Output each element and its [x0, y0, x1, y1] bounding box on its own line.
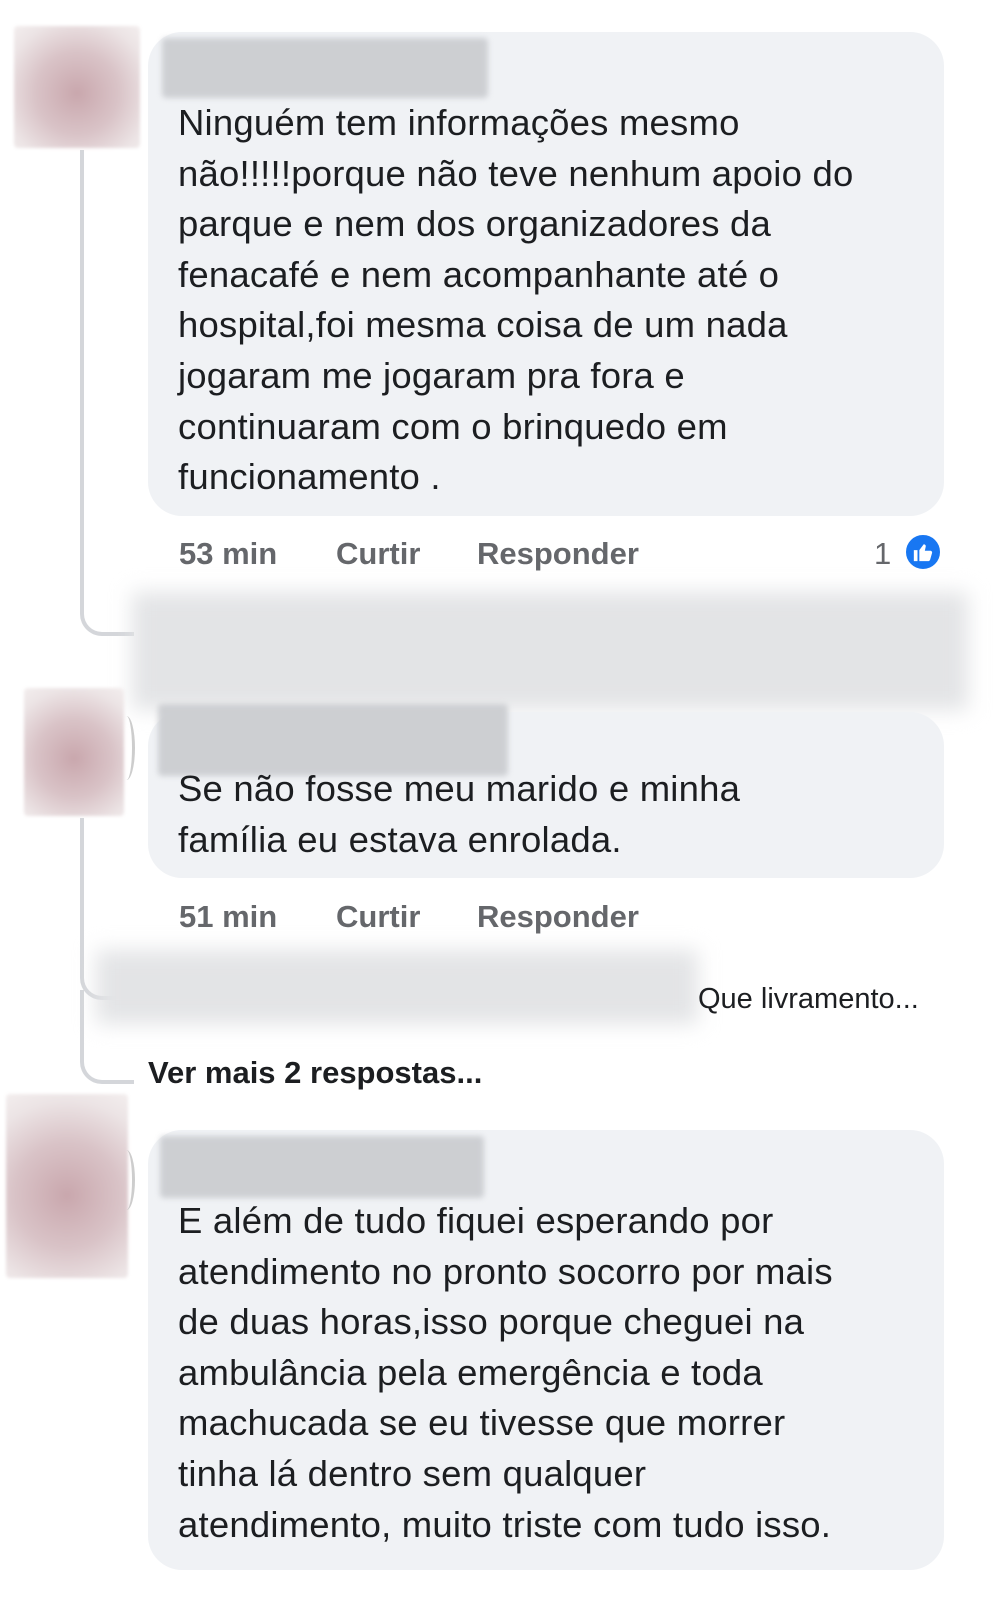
- redacted-reply: [132, 592, 968, 710]
- reply-preview-text[interactable]: Que livramento...: [698, 983, 919, 1016]
- thread-connector: [80, 150, 134, 636]
- author-name-redacted[interactable]: [162, 38, 488, 98]
- comment-time[interactable]: 51 min: [179, 899, 277, 935]
- redacted-reply-author: [96, 950, 698, 1024]
- comment-time[interactable]: 53 min: [179, 536, 277, 572]
- like-button[interactable]: Curtir: [336, 899, 420, 935]
- author-name-redacted[interactable]: [160, 1136, 484, 1198]
- avatar-outline: [118, 1150, 135, 1210]
- avatar[interactable]: [14, 26, 140, 148]
- reaction-count[interactable]: 1: [874, 536, 891, 572]
- comment-text: E além de tudo fiquei esperando por aten…: [178, 1200, 833, 1545]
- reply-button[interactable]: Responder: [477, 899, 639, 935]
- view-more-replies-button[interactable]: Ver mais 2 respostas...: [148, 1055, 482, 1091]
- comment-text: Ninguém tem informações mesmo não!!!!!po…: [178, 102, 854, 498]
- reply-button[interactable]: Responder: [477, 536, 639, 572]
- avatar[interactable]: [6, 1094, 128, 1278]
- avatar-outline: [118, 716, 135, 780]
- avatar[interactable]: [24, 688, 124, 816]
- comment-text: Se não fosse meu marido e minha família …: [178, 768, 741, 860]
- like-button[interactable]: Curtir: [336, 536, 420, 572]
- like-icon[interactable]: [904, 533, 942, 571]
